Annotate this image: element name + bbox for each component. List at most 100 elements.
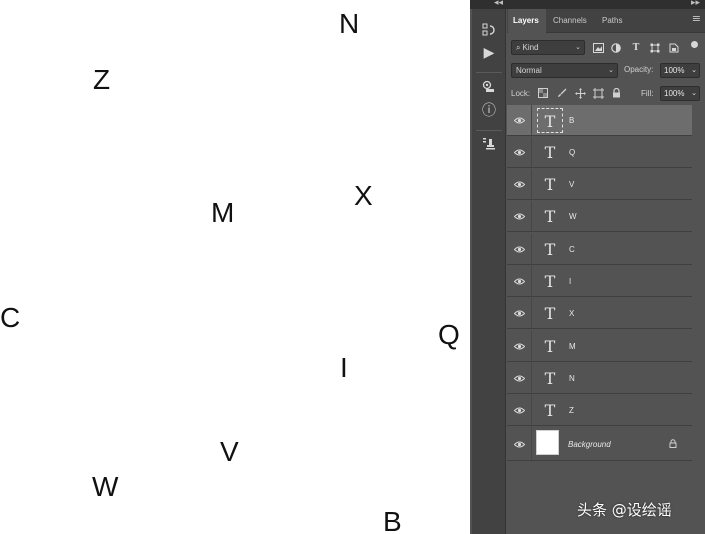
properties-icon[interactable]: [478, 76, 500, 98]
visibility-eye-icon[interactable]: [514, 308, 525, 318]
visibility-eye-icon[interactable]: [514, 439, 525, 449]
filter-adjustment-icon[interactable]: [609, 40, 623, 55]
filter-smart-object-icon[interactable]: [667, 40, 681, 55]
text-layer-thumbnail-icon: T: [544, 401, 556, 420]
filter-kind-label: Kind: [522, 43, 539, 52]
text-layer-thumbnail-icon: T: [544, 304, 556, 323]
canvas-letter-z[interactable]: Z: [93, 66, 110, 94]
filter-toggle-icon[interactable]: [691, 41, 698, 48]
text-layer-thumbnail-icon: T: [544, 207, 556, 226]
canvas-letter-n[interactable]: N: [339, 10, 359, 38]
text-layer-thumbnail-icon: T: [544, 143, 556, 162]
layer-name[interactable]: V: [569, 180, 574, 189]
layer-name[interactable]: Z: [569, 406, 574, 415]
layer-row[interactable]: T Z: [507, 395, 692, 426]
tab-layers[interactable]: Layers: [508, 9, 546, 33]
visibility-eye-icon[interactable]: [514, 373, 525, 383]
text-layer-thumbnail-icon: T: [544, 369, 556, 388]
row-divider: [531, 363, 532, 393]
layer-name[interactable]: W: [569, 212, 577, 221]
collapse-arrows-icon[interactable]: ◂◂: [494, 0, 503, 8]
canvas-letter-b[interactable]: B: [383, 508, 402, 534]
watermark-text: 头条 @设绘谣: [577, 501, 672, 519]
row-divider: [531, 201, 532, 231]
expand-arrows-icon[interactable]: ▸▸: [691, 0, 700, 8]
layer-row[interactable]: T X: [507, 298, 692, 329]
chevron-down-icon: ⌄: [575, 43, 581, 51]
lock-all-icon[interactable]: [609, 86, 623, 100]
canvas-letter-i[interactable]: I: [340, 354, 348, 382]
visibility-eye-icon[interactable]: [514, 276, 525, 286]
canvas-letter-x[interactable]: X: [354, 182, 373, 210]
layer-row[interactable]: T Q: [507, 137, 692, 168]
visibility-eye-icon[interactable]: [514, 147, 525, 157]
canvas-letter-q[interactable]: Q: [438, 321, 460, 349]
layer-name[interactable]: Q: [569, 148, 575, 157]
text-layer-thumbnail-icon: T: [537, 108, 563, 133]
layer-name[interactable]: C: [569, 245, 575, 254]
filter-kind-select[interactable]: ⌕ Kind ⌄: [511, 40, 585, 55]
canvas-letter-c[interactable]: C: [0, 304, 20, 332]
lock-transparency-icon[interactable]: [536, 86, 550, 100]
blend-mode-value: Normal: [516, 66, 542, 75]
panel-menu-icon[interactable]: ≡: [692, 12, 701, 25]
layer-name[interactable]: I: [569, 277, 571, 286]
layer-row[interactable]: T M: [507, 331, 692, 362]
layer-row[interactable]: T C: [507, 234, 692, 265]
visibility-eye-icon[interactable]: [514, 405, 525, 415]
layer-name[interactable]: M: [569, 342, 576, 351]
layer-row[interactable]: T V: [507, 169, 692, 200]
layer-row[interactable]: T B: [507, 105, 692, 136]
text-layer-thumbnail-icon: T: [544, 337, 556, 356]
lock-artboard-icon[interactable]: [591, 86, 605, 100]
search-icon: ⌕: [516, 43, 521, 52]
row-divider: [531, 331, 532, 361]
row-divider: [531, 298, 532, 328]
lock-pixels-brush-icon[interactable]: [555, 86, 569, 100]
blend-mode-select[interactable]: Normal ⌄: [511, 63, 618, 78]
layer-row[interactable]: T N: [507, 363, 692, 394]
layer-row[interactable]: T I: [507, 266, 692, 297]
opacity-value: 100%: [664, 66, 685, 75]
row-divider: [531, 234, 532, 264]
fill-input[interactable]: 100% ⌄: [660, 86, 700, 101]
visibility-eye-icon[interactable]: [514, 244, 525, 254]
canvas-letter-w[interactable]: W: [92, 473, 118, 501]
visibility-eye-icon[interactable]: [514, 341, 525, 351]
opacity-label: Opacity:: [624, 65, 654, 74]
layer-row[interactable]: T W: [507, 201, 692, 232]
chevron-down-icon[interactable]: ⌄: [691, 87, 697, 100]
tab-channels[interactable]: Channels: [548, 9, 592, 33]
actions-play-icon[interactable]: ▶: [478, 42, 500, 64]
layer-name[interactable]: N: [569, 374, 575, 383]
document-canvas[interactable]: N Z M X C Q I V W B: [0, 0, 470, 534]
lock-position-move-icon[interactable]: [573, 86, 587, 100]
text-layer-thumbnail-icon: T: [544, 272, 556, 291]
layer-name[interactable]: Background: [568, 440, 611, 449]
tab-paths[interactable]: Paths: [597, 9, 627, 33]
row-divider: [531, 395, 532, 425]
layer-name[interactable]: B: [569, 116, 574, 125]
opacity-input[interactable]: 100% ⌄: [660, 63, 700, 78]
visibility-eye-icon[interactable]: [514, 179, 525, 189]
visibility-eye-icon[interactable]: [514, 211, 525, 221]
panel-collapse-bar[interactable]: ◂◂ ▸▸: [470, 0, 705, 9]
lock-icon[interactable]: [669, 439, 677, 451]
panel-tabbar: Layers Channels Paths ≡: [507, 9, 705, 33]
fill-label: Fill:: [641, 89, 654, 98]
row-divider: [531, 169, 532, 199]
right-panel-dock: ◂◂ ▸▸ ▶ ⓘ Layers Channels Paths ≡ ⌕ Kind …: [470, 0, 705, 534]
layer-row-background[interactable]: Background: [507, 427, 692, 461]
history-icon[interactable]: [478, 19, 500, 41]
filter-shape-icon[interactable]: [648, 40, 662, 55]
canvas-letter-v[interactable]: V: [220, 438, 239, 466]
chevron-down-icon[interactable]: ⌄: [691, 64, 697, 77]
filter-pixel-icon[interactable]: [591, 40, 605, 55]
clone-source-icon[interactable]: [478, 133, 500, 155]
visibility-eye-icon[interactable]: [514, 115, 525, 125]
layer-name[interactable]: X: [569, 309, 574, 318]
filter-type-icon[interactable]: T: [629, 40, 643, 55]
info-icon[interactable]: ⓘ: [478, 99, 500, 121]
canvas-letter-m[interactable]: M: [211, 199, 234, 227]
toolbar-divider: [476, 72, 502, 73]
